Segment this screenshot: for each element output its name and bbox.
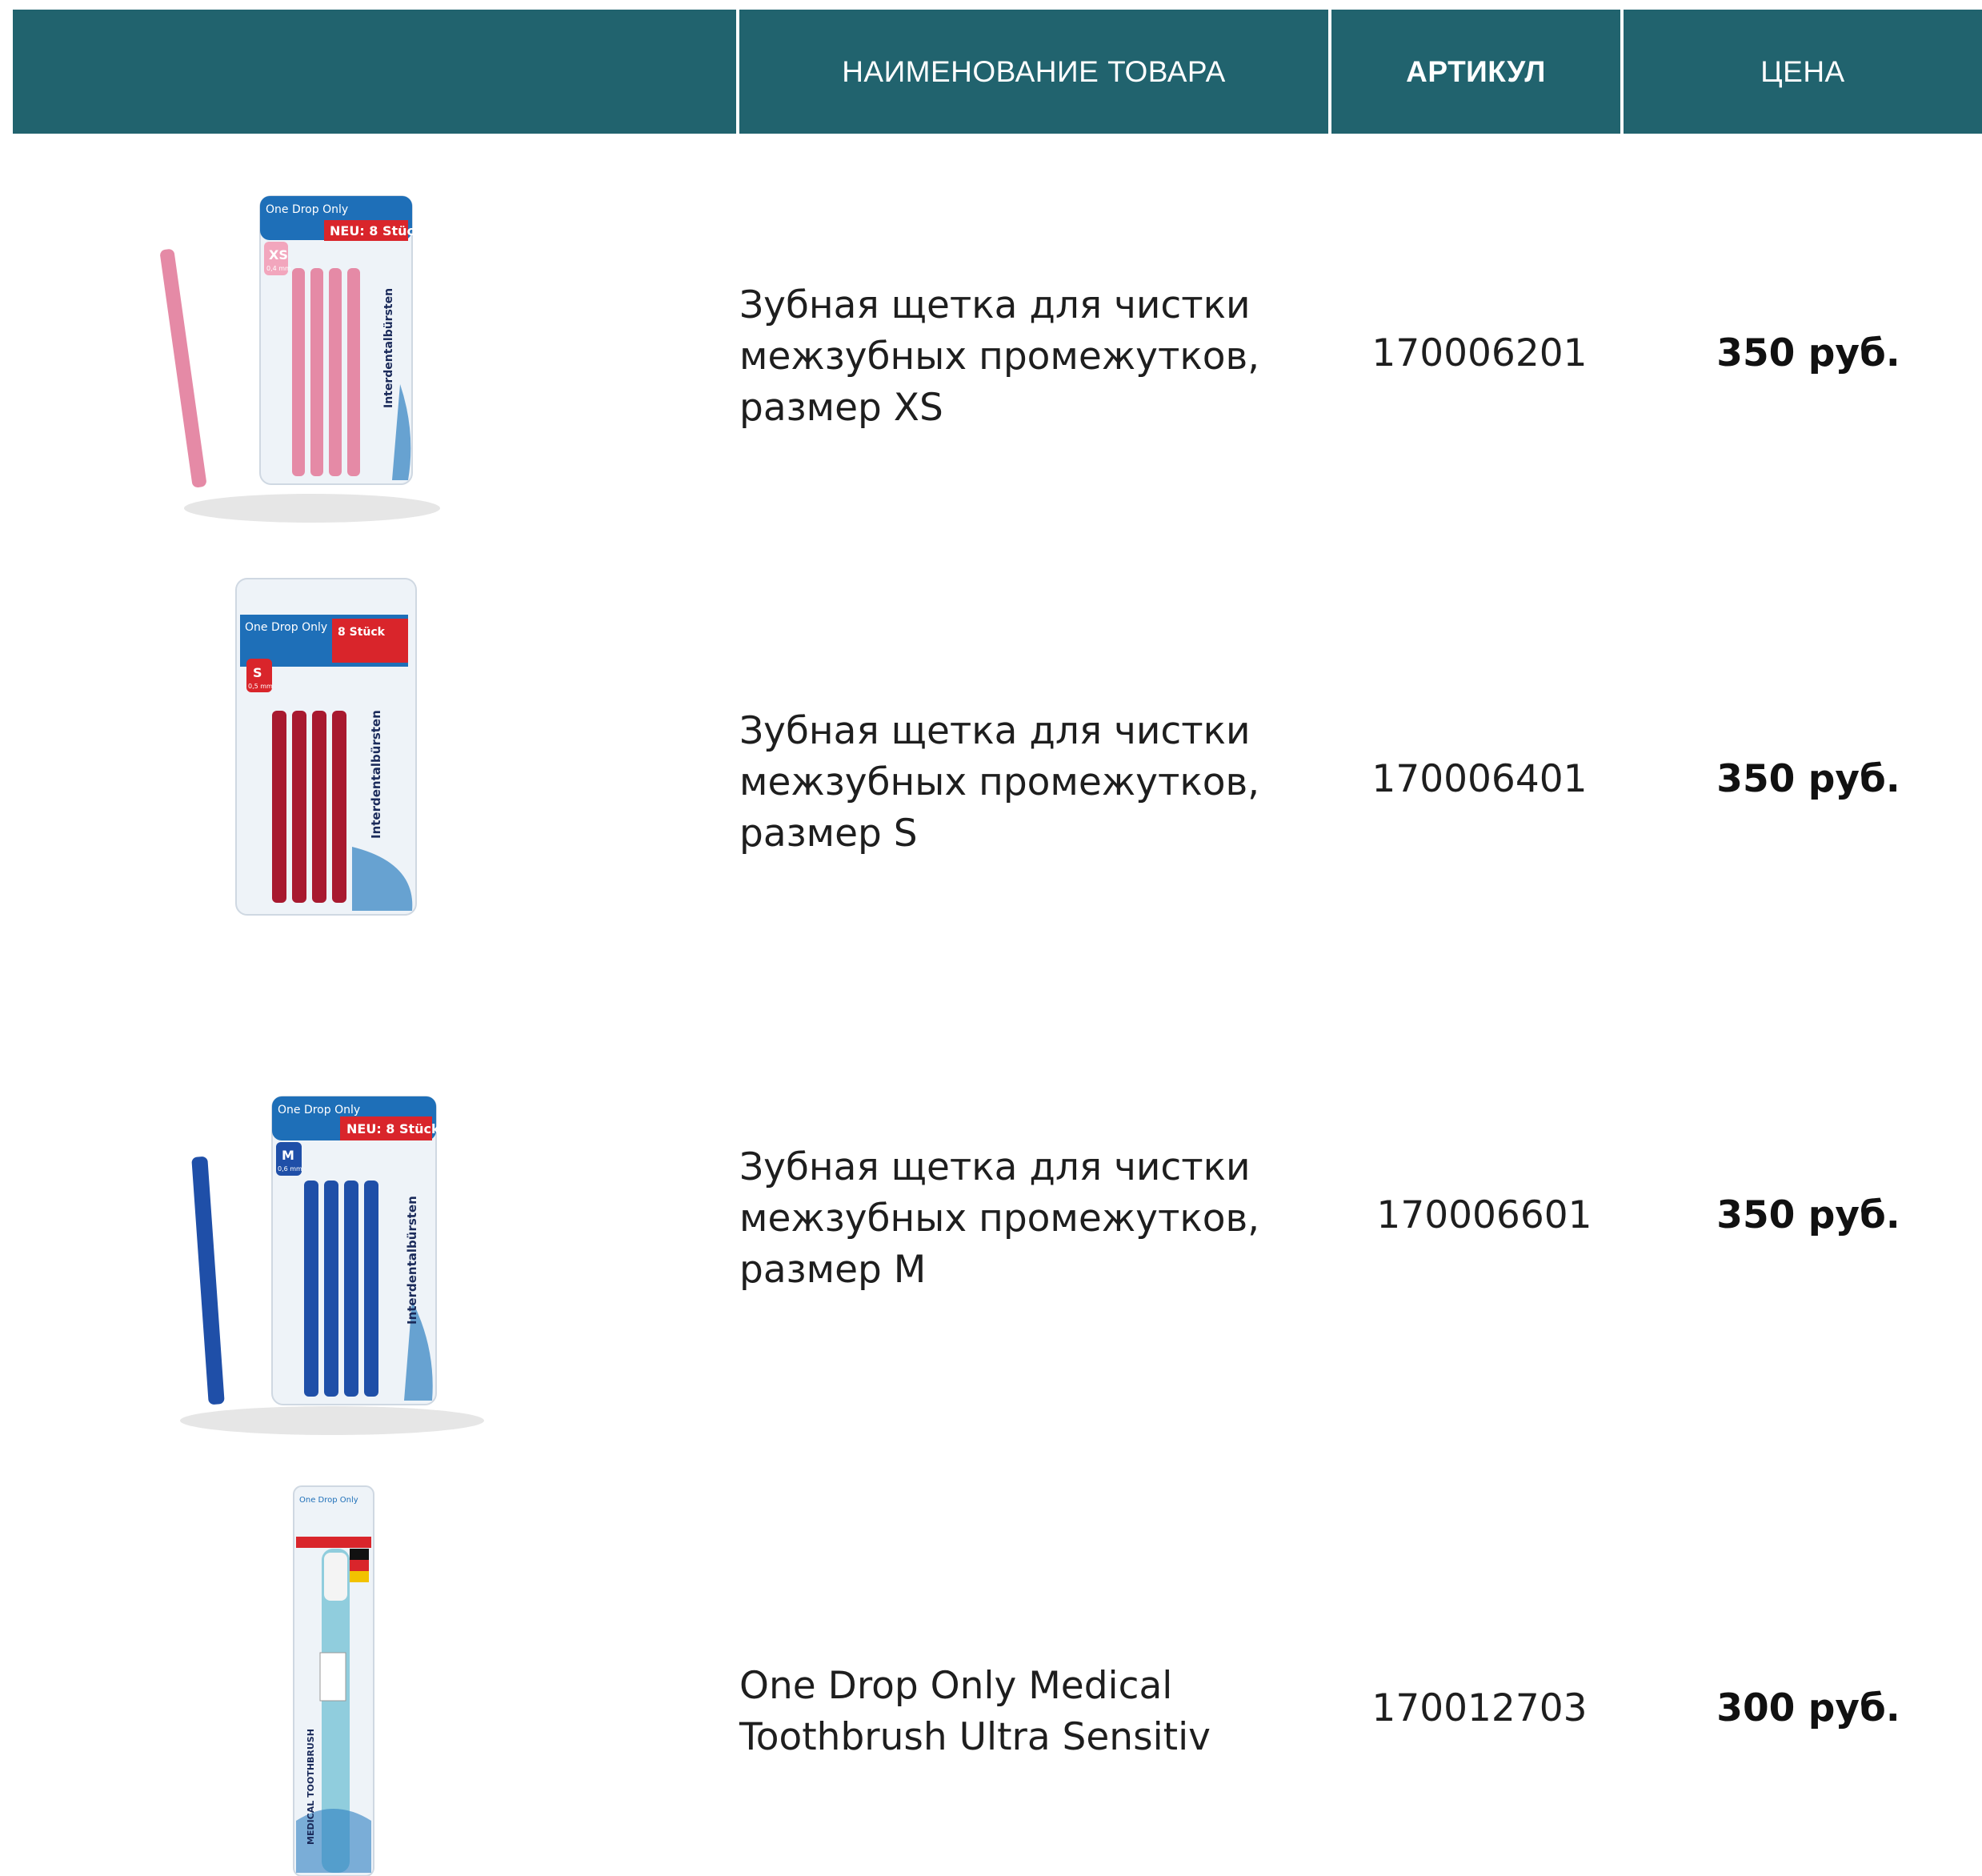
product-image: One Drop Only 8 Stück S 0,5 mm Interdent… bbox=[235, 578, 417, 916]
product-name: Зубная щетка для чистки межзубных промеж… bbox=[739, 1142, 1259, 1296]
product-name-line: Зубная щетка для чистки bbox=[739, 709, 1251, 753]
size-mm-label: 0,6 mm bbox=[278, 1165, 302, 1172]
brand-logo: One Drop Only bbox=[266, 203, 348, 216]
product-name-line: размер M bbox=[739, 1248, 927, 1292]
size-mm-label: 0,4 mm bbox=[266, 265, 291, 272]
header-sku-column: АРТИКУЛ bbox=[1331, 10, 1624, 134]
product-name-line: межзубных промежутков, bbox=[739, 1197, 1260, 1241]
product-name-line: размер S bbox=[739, 812, 918, 856]
header-price-column: ЦЕНА bbox=[1624, 10, 1982, 134]
product-name: Зубная щетка для чистки межзубных промеж… bbox=[739, 706, 1259, 860]
product-name: One Drop Only Medical Toothbrush Ultra S… bbox=[739, 1661, 1211, 1763]
product-image: One Drop Only NEU: 8 Stück M 0,6 mm Inte… bbox=[180, 1096, 484, 1435]
header-name-column: НАИМЕНОВАНИЕ ТОВАРА bbox=[739, 10, 1331, 134]
side-label: Interdentalbürsten bbox=[369, 710, 383, 839]
product-image: One Drop Only MEDICAL TOOTHBRUSH bbox=[293, 1485, 374, 1876]
side-label: Interdentalbürsten bbox=[382, 288, 395, 408]
package-badge: NEU: 8 Stück bbox=[330, 223, 423, 239]
product-price: 350 руб. bbox=[1716, 757, 1900, 801]
size-mm-label: 0,5 mm bbox=[248, 683, 273, 690]
product-name-line: размер XS bbox=[739, 386, 943, 430]
brand-logo: One Drop Only bbox=[245, 621, 327, 634]
size-label: M bbox=[282, 1148, 294, 1163]
table-header: НАИМЕНОВАНИЕ ТОВАРА АРТИКУЛ ЦЕНА bbox=[13, 10, 1982, 134]
side-label: Interdentalbürsten bbox=[405, 1196, 419, 1325]
product-sku: 170012703 bbox=[1371, 1686, 1588, 1730]
size-label: XS bbox=[269, 247, 288, 263]
product-name: Зубная щетка для чистки межзубных промеж… bbox=[739, 280, 1259, 434]
product-price: 300 руб. bbox=[1716, 1686, 1900, 1730]
product-name-line: Toothbrush Ultra Sensitiv bbox=[739, 1715, 1211, 1759]
package-badge: 8 Stück bbox=[338, 626, 386, 639]
product-sku: 170006401 bbox=[1371, 757, 1588, 801]
product-image: One Drop Only NEU: 8 Stück XS 0,4 mm Int… bbox=[160, 195, 440, 523]
size-label: S bbox=[253, 665, 262, 680]
product-price: 350 руб. bbox=[1716, 1193, 1900, 1237]
side-label: MEDICAL TOOTHBRUSH bbox=[306, 1729, 316, 1845]
product-sku: 170006201 bbox=[1371, 331, 1588, 375]
product-name-line: межзубных промежутков, bbox=[739, 335, 1260, 379]
product-name-line: One Drop Only Medical bbox=[739, 1664, 1173, 1708]
brand-logo: One Drop Only bbox=[299, 1496, 358, 1505]
package-badge: NEU: 8 Stück bbox=[346, 1121, 440, 1136]
brand-logo: One Drop Only bbox=[278, 1104, 360, 1116]
product-name-line: Зубная щетка для чистки bbox=[739, 1145, 1251, 1189]
product-price: 350 руб. bbox=[1716, 331, 1900, 375]
product-sku: 170006601 bbox=[1376, 1193, 1592, 1237]
product-name-line: Зубная щетка для чистки bbox=[739, 283, 1251, 327]
product-name-line: межзубных промежутков, bbox=[739, 760, 1260, 804]
header-image-column bbox=[13, 10, 739, 134]
